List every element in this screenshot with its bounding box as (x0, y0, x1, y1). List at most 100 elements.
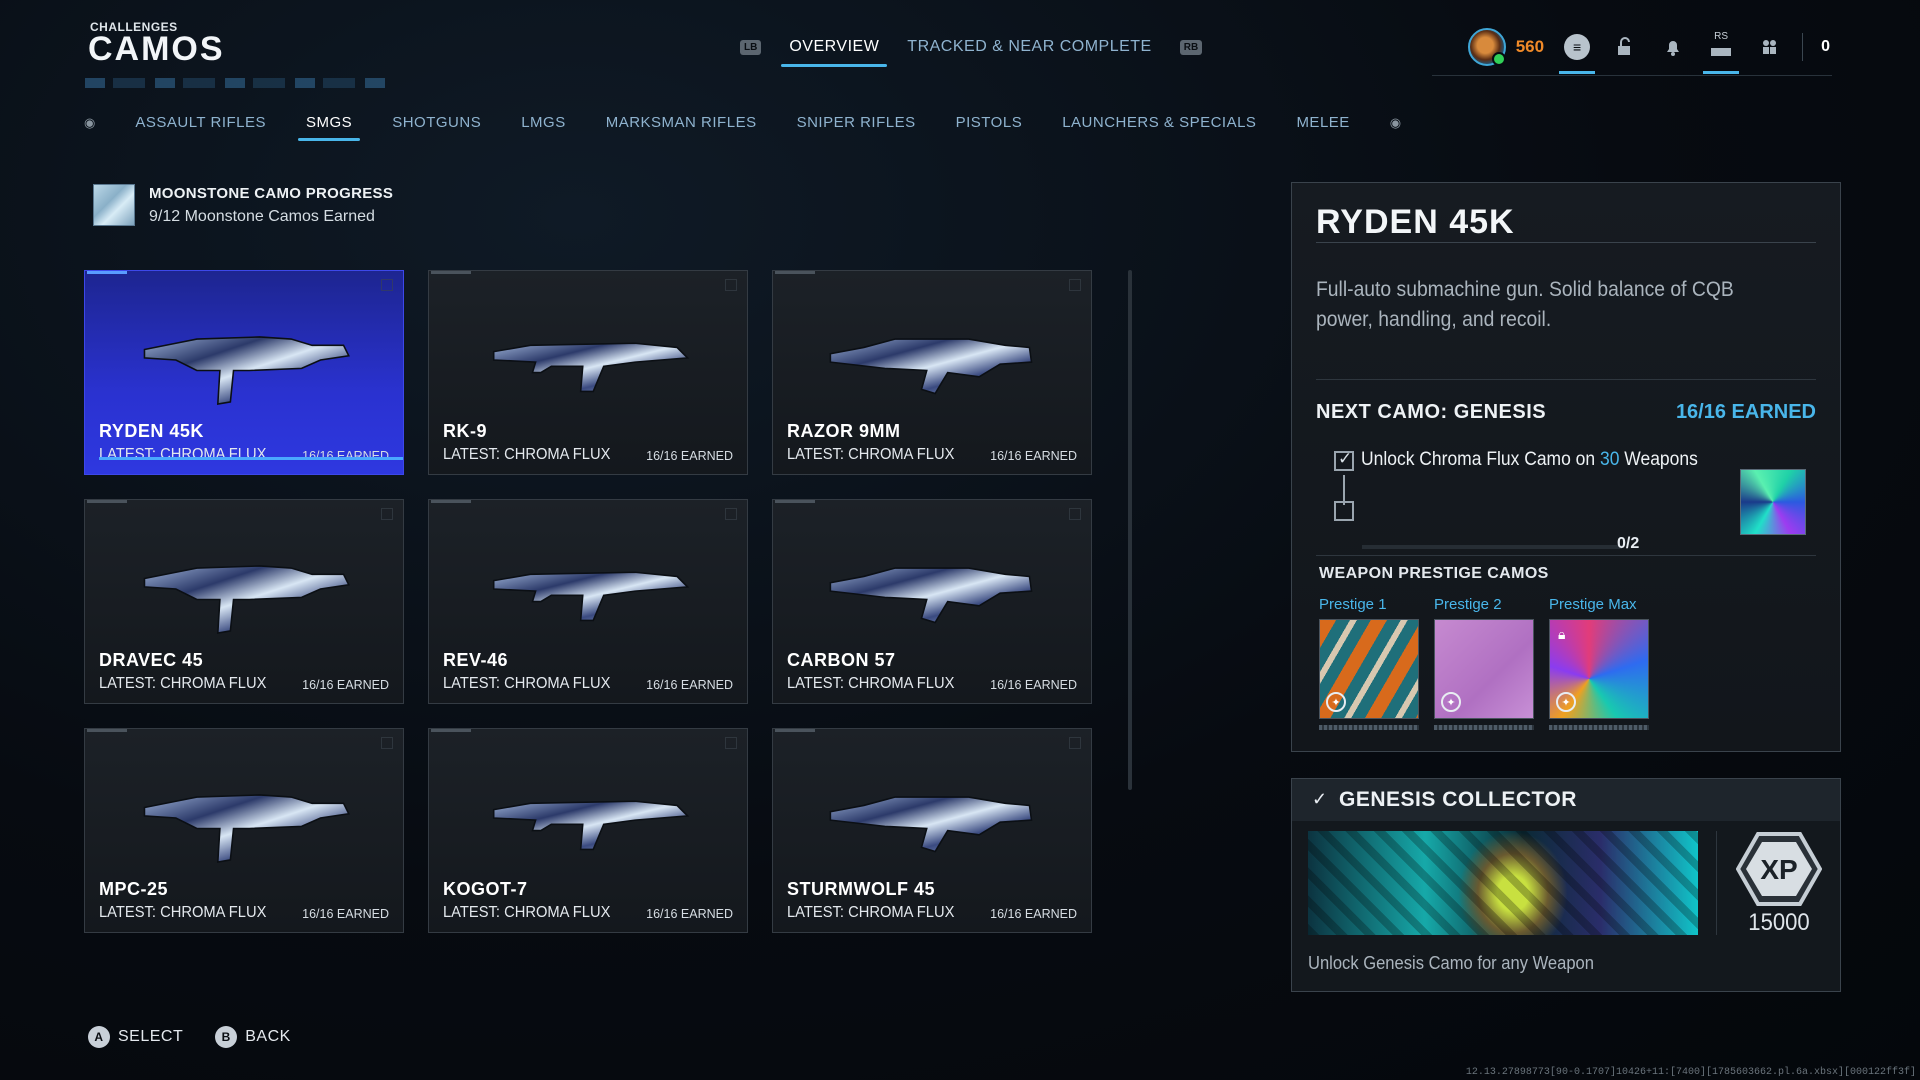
xp-badge-icon: XP (1736, 832, 1822, 906)
menu-icon[interactable]: ≡ (1559, 32, 1596, 74)
weapon-card[interactable]: DRAVEC 45 LATEST: CHROMA FLUX 16/16 EARN… (84, 499, 404, 704)
build-id: 12.13.27898773[90-0.1707]10426+11:[7400]… (1465, 1067, 1916, 1078)
weapon-card[interactable]: MPC-25 LATEST: CHROMA FLUX 16/16 EARNED (84, 728, 404, 933)
genesis-camo-thumbnail (1740, 469, 1806, 535)
requirement-progress: 0/2 (1617, 535, 1640, 552)
weapon-earned-count: 16/16 EARNED (302, 678, 389, 692)
weapon-model-image (143, 794, 350, 863)
tab-smgs[interactable]: SMGS (297, 114, 361, 141)
weapon-model-image (829, 567, 1033, 624)
top-tabs: LB OVERVIEW TRACKED & NEAR COMPLETE RB (740, 38, 1203, 67)
detail-description: Full-auto submachine gun. Solid balance … (1316, 278, 1734, 331)
player-avatar[interactable] (1467, 28, 1506, 66)
moonstone-progress-title: MOONSTONE CAMO PROGRESS (149, 184, 394, 202)
prev-category-icon[interactable]: ◉ (84, 115, 95, 131)
card-corner-marker (1069, 737, 1081, 749)
tab-launchers-specials[interactable]: LAUNCHERS & SPECIALS (1062, 114, 1256, 131)
weapon-name: KOGOT-7 (443, 879, 528, 899)
weapon-earned-count: 16/16 EARNED (990, 907, 1077, 921)
tab-pistols[interactable]: PISTOLS (956, 114, 1023, 131)
weapon-card[interactable]: RK-9 LATEST: CHROMA FLUX 16/16 EARNED (428, 270, 748, 475)
prestige-max-camo[interactable]: Prestige Max 🔒︎ ✦ (1549, 596, 1649, 730)
weapon-earned-count: 16/16 EARNED (990, 449, 1077, 463)
notification-bell-icon[interactable] (1658, 32, 1688, 62)
weapon-card[interactable]: CARBON 57 LATEST: CHROMA FLUX 16/16 EARN… (772, 499, 1092, 704)
grid-scrollbar[interactable] (1128, 270, 1132, 790)
prestige-1-swatch: ✦ (1319, 619, 1419, 719)
tab-shotguns[interactable]: SHOTGUNS (392, 114, 481, 131)
weapon-latest-camo: LATEST: CHROMA FLUX (443, 904, 611, 921)
tab-overview[interactable]: OVERVIEW (781, 38, 888, 67)
weapon-earned-count: 16/16 EARNED (646, 449, 733, 463)
party-icon[interactable] (1754, 32, 1784, 62)
lb-bumper-icon[interactable]: LB (740, 39, 762, 55)
card-corner-marker (381, 737, 393, 749)
weapon-name: RYDEN 45K (99, 421, 204, 441)
prestige-1-label: Prestige 1 (1319, 596, 1387, 613)
prestige-1-camo[interactable]: Prestige 1 ✦ (1319, 596, 1419, 730)
select-label: SELECT (118, 1028, 184, 1045)
requirement-progress-track (1362, 545, 1622, 549)
weapon-card[interactable]: REV-46 LATEST: CHROMA FLUX 16/16 EARNED (428, 499, 748, 704)
prestige-max-bar (1549, 725, 1649, 730)
genesis-collector-panel[interactable]: ✓ GENESIS COLLECTOR XP 15000 Unlock Gene… (1291, 778, 1841, 992)
prestige-emblem-icon: ✦ (1556, 692, 1576, 712)
prestige-emblem-icon: ✦ (1326, 692, 1346, 712)
prestige-1-bar (1319, 725, 1419, 730)
party-count: 0 (1821, 38, 1830, 55)
weapon-detail-panel: RYDEN 45K Full-auto submachine gun. Soli… (1291, 182, 1841, 752)
next-camo-earned: 16/16 EARNED (1675, 401, 1816, 423)
rs-label: RS (1714, 30, 1729, 42)
weapon-name: REV-46 (443, 650, 509, 670)
weapon-latest-camo: LATEST: CHROMA FLUX (443, 675, 611, 692)
weapon-card[interactable]: KOGOT-7 LATEST: CHROMA FLUX 16/16 EARNED (428, 728, 748, 933)
tab-sniper-rifles[interactable]: SNIPER RIFLES (797, 114, 916, 131)
weapon-latest-camo: LATEST: CHROMA FLUX (787, 675, 955, 692)
reward-title: GENESIS COLLECTOR (1339, 788, 1577, 811)
weapon-latest-camo: LATEST: CHROMA FLUX (443, 446, 611, 463)
xp-badge-label: XP (1760, 854, 1797, 885)
weapon-name: RK-9 (443, 421, 488, 441)
lock-icon: 🔒︎ (1558, 626, 1566, 642)
weapon-earned-count: 16/16 EARNED (302, 449, 389, 463)
weapon-grid: RYDEN 45K LATEST: CHROMA FLUX 16/16 EARN… (84, 270, 1092, 933)
detail-divider (1316, 555, 1816, 556)
rs-social-icon[interactable]: RS (1703, 30, 1740, 74)
button-prompts: A SELECT B BACK (88, 1026, 291, 1048)
unlock-icon[interactable] (1610, 32, 1640, 62)
weapon-latest-camo: LATEST: CHROMA FLUX (787, 904, 955, 921)
prestige-2-camo[interactable]: Prestige 2 ✦ (1434, 596, 1534, 730)
card-corner-marker (1069, 279, 1081, 291)
weapon-latest-camo: LATEST: CHROMA FLUX (99, 446, 267, 463)
prestige-2-label: Prestige 2 (1434, 596, 1502, 613)
xp-value: 15000 (1748, 909, 1810, 936)
tab-assault-rifles[interactable]: ASSAULT RIFLES (135, 114, 266, 131)
weapon-card[interactable]: RAZOR 9MM LATEST: CHROMA FLUX 16/16 EARN… (772, 270, 1092, 475)
weapon-earned-count: 16/16 EARNED (646, 678, 733, 692)
reward-divider (1716, 831, 1717, 935)
tab-tracked-near-complete[interactable]: TRACKED & NEAR COMPLETE (907, 38, 1151, 56)
weapon-name: MPC-25 (99, 879, 169, 899)
tab-melee[interactable]: MELEE (1296, 114, 1349, 131)
requirement-text-pre: Unlock Chroma Flux Camo on (1361, 449, 1600, 470)
requirement-text-post: Weapons (1619, 449, 1698, 470)
card-corner-marker (1069, 508, 1081, 520)
requirement-text: Unlock Chroma Flux Camo on 30 Weapons (1361, 449, 1698, 471)
weapon-model-image (492, 342, 690, 393)
tab-lmgs[interactable]: LMGS (521, 114, 566, 131)
next-camo-label: NEXT CAMO: GENESIS (1316, 401, 1547, 423)
b-button-icon: B (215, 1026, 238, 1048)
select-button[interactable]: A SELECT (88, 1026, 183, 1048)
requirement-checkbox-checked (1334, 449, 1354, 471)
weapon-card[interactable]: RYDEN 45K LATEST: CHROMA FLUX 16/16 EARN… (84, 270, 404, 475)
next-category-icon[interactable]: ◉ (1390, 115, 1401, 131)
detail-weapon-name: RYDEN 45K (1316, 203, 1515, 241)
weapon-latest-camo: LATEST: CHROMA FLUX (787, 446, 955, 463)
prestige-max-swatch: 🔒︎ ✦ (1549, 619, 1649, 719)
top-separator (1802, 33, 1804, 61)
weapon-card[interactable]: STURMWOLF 45 LATEST: CHROMA FLUX 16/16 E… (772, 728, 1092, 933)
rb-bumper-icon[interactable]: RB (1179, 39, 1203, 55)
weapon-name: STURMWOLF 45 (787, 879, 935, 899)
tab-marksman-rifles[interactable]: MARKSMAN RIFLES (606, 114, 757, 131)
back-button[interactable]: B BACK (215, 1026, 291, 1048)
